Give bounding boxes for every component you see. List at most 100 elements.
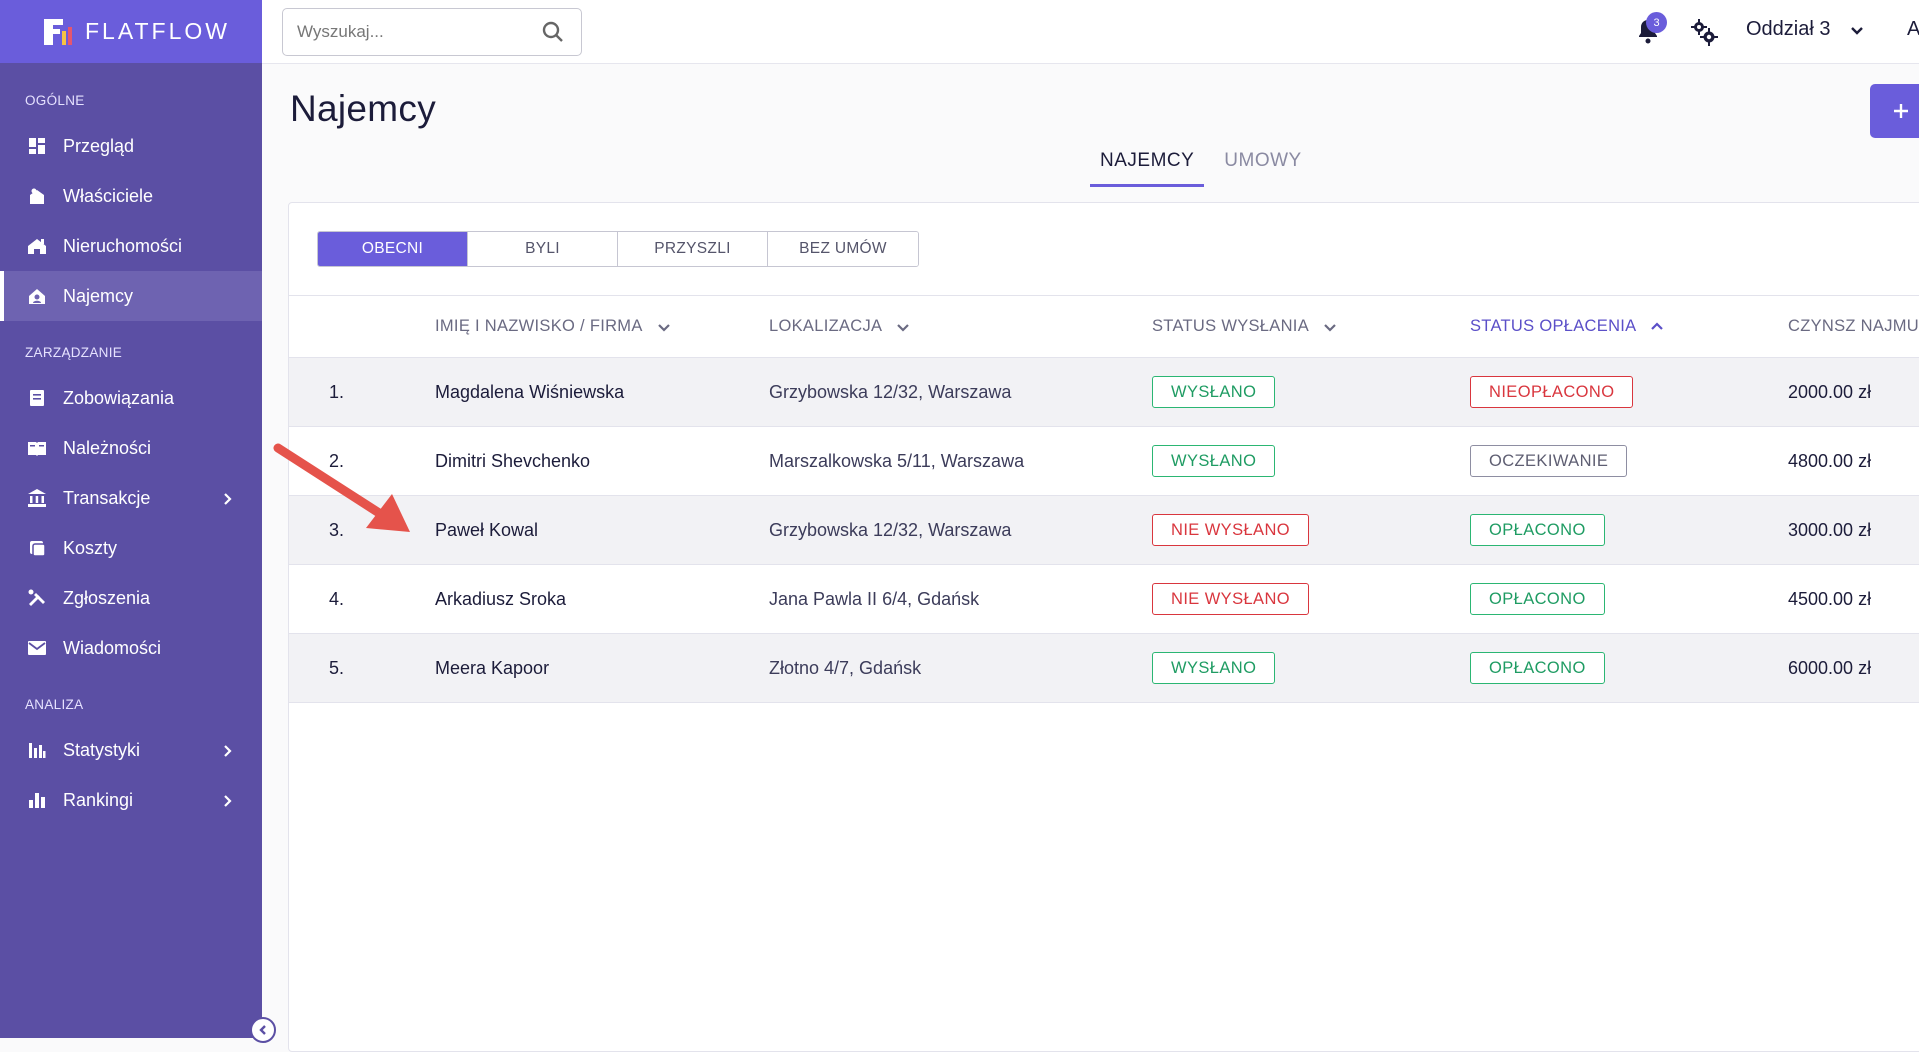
- column-header-label: LOKALIZACJA: [769, 317, 883, 335]
- sidebar-item-label: Zobowiązania: [63, 387, 175, 408]
- top-bar: 3 Oddział 3 A: [262, 0, 1919, 64]
- tenant-location: Grzybowska 12/32, Warszawa: [769, 382, 1012, 402]
- nav-section-analysis: ANALIZA: [25, 696, 84, 712]
- sidebar-item-label: Przegląd: [63, 135, 135, 156]
- tenant-name[interactable]: Arkadiusz Sroka: [435, 589, 566, 610]
- chevron-up-icon: [1636, 320, 1664, 334]
- chevron-right-icon: [220, 490, 234, 505]
- tabs: NAJEMCY UMOWY: [1090, 146, 1322, 187]
- filter-current[interactable]: OBECNI: [318, 232, 468, 266]
- page-title: Najemcy: [290, 88, 437, 129]
- sidebar-item-obligations[interactable]: Zobowiązania: [0, 373, 262, 423]
- search-input[interactable]: [283, 10, 541, 54]
- sidebar-item-tickets[interactable]: Zgłoszenia: [0, 573, 262, 623]
- mail-icon: [27, 638, 47, 658]
- sidebar-collapse-button[interactable]: [250, 1017, 276, 1043]
- sidebar-item-tenants[interactable]: Najemcy: [0, 271, 262, 321]
- logo-text: FLATFLOW: [85, 18, 230, 44]
- sidebar-item-label: Wiadomości: [63, 637, 162, 658]
- sidebar-item-properties[interactable]: Nieruchomości: [0, 221, 262, 271]
- tenant-location: Złotno 4/7, Gdańsk: [769, 658, 922, 678]
- sidebar-item-label: Właściciele: [63, 185, 154, 206]
- sidebar-item-label: Należności: [63, 437, 152, 458]
- tenant-name[interactable]: Dimitri Shevchenko: [435, 451, 590, 472]
- table-row[interactable]: 1. Magdalena Wiśniewska Grzybowska 12/32…: [289, 358, 1919, 427]
- branch-label: Oddział 3: [1746, 18, 1831, 40]
- add-tenant-button[interactable]: [1870, 84, 1919, 138]
- status-filter-group: OBECNI BYLI PRZYSZLI BEZ UMÓW: [317, 231, 919, 267]
- sidebar-item-label: Statystyki: [63, 739, 141, 760]
- column-header-location[interactable]: LOKALIZACJA: [769, 317, 910, 336]
- user-menu[interactable]: A: [1907, 18, 1919, 41]
- rent-amount: 4800.00 zł: [1788, 451, 1872, 471]
- row-number: 5.: [329, 658, 345, 678]
- sidebar-item-transactions[interactable]: Transakcje: [0, 473, 262, 523]
- sidebar-item-receivables[interactable]: Należności: [0, 423, 262, 473]
- payment-status-badge: OPŁACONO: [1470, 652, 1605, 684]
- tab-tenants[interactable]: NAJEMCY: [1090, 146, 1205, 187]
- logo-icon: [44, 18, 72, 45]
- chevron-down-icon: [1309, 320, 1337, 334]
- tenant-location: Jana Pawla II 6/4, Gdańsk: [769, 589, 980, 609]
- rent-amount: 2000.00 zł: [1788, 382, 1872, 402]
- column-header-payment-status[interactable]: STATUS OPŁACENIA: [1470, 317, 1664, 336]
- tools-icon: [27, 588, 47, 608]
- sidebar-item-costs[interactable]: Koszty: [0, 523, 262, 573]
- sidebar-item-label: Najemcy: [63, 285, 134, 306]
- tenants-panel: OBECNI BYLI PRZYSZLI BEZ UMÓW IMIĘ I NAZ…: [288, 202, 1919, 1052]
- annotation-arrow-icon: [273, 443, 410, 532]
- filter-no-contract[interactable]: BEZ UMÓW: [768, 232, 918, 266]
- column-header-send-status[interactable]: STATUS WYSŁANIA: [1152, 317, 1337, 336]
- filter-future[interactable]: PRZYSZLI: [618, 232, 768, 266]
- rent-amount: 3000.00 zł: [1788, 520, 1872, 540]
- nav-section-general: OGÓLNE: [25, 92, 85, 108]
- logo[interactable]: FLATFLOW: [0, 0, 262, 63]
- sidebar-item-owners[interactable]: Właściciele: [0, 171, 262, 221]
- tenant-location: Grzybowska 12/32, Warszawa: [769, 520, 1012, 540]
- send-status-badge: WYSŁANO: [1152, 445, 1276, 477]
- table-row[interactable]: 3. Paweł Kowal Grzybowska 12/32, Warszaw…: [289, 496, 1919, 565]
- table-header: IMIĘ I NAZWISKO / FIRMA LOKALIZACJA STAT…: [289, 295, 1919, 358]
- sidebar-item-messages[interactable]: Wiadomości: [0, 623, 262, 673]
- search-icon[interactable]: [541, 20, 565, 44]
- chevron-right-icon: [220, 792, 234, 807]
- column-header-label: STATUS OPŁACENIA: [1470, 317, 1637, 335]
- sidebar-item-statistics[interactable]: Statystyki: [0, 725, 262, 775]
- branch-selector[interactable]: Oddział 3: [1746, 18, 1865, 41]
- payment-status-badge: OPŁACONO: [1470, 514, 1605, 546]
- tenant-name[interactable]: Magdalena Wiśniewska: [435, 382, 624, 403]
- table-row[interactable]: 4. Arkadiusz Sroka Jana Pawla II 6/4, Gd…: [289, 565, 1919, 634]
- sidebar-item-label: Zgłoszenia: [63, 587, 151, 608]
- sidebar: FLATFLOW OGÓLNE Przegląd Właściciele Nie…: [0, 0, 262, 1038]
- tab-contracts[interactable]: UMOWY: [1214, 146, 1311, 187]
- tenants-icon: [27, 286, 47, 306]
- rent-amount: 4500.00 zł: [1788, 589, 1872, 609]
- table-row[interactable]: 2. Dimitri Shevchenko Marszalkowska 5/11…: [289, 427, 1919, 496]
- search-box: [282, 8, 582, 56]
- tenant-name[interactable]: Paweł Kowal: [435, 520, 538, 541]
- chevron-left-icon: [257, 1024, 269, 1036]
- column-header-name[interactable]: IMIĘ I NAZWISKO / FIRMA: [435, 317, 671, 336]
- table-row[interactable]: 5. Meera Kapoor Złotno 4/7, Gdańsk WYSŁA…: [289, 634, 1919, 703]
- row-number: 4.: [329, 589, 345, 609]
- sidebar-item-label: Nieruchomości: [63, 235, 183, 256]
- sidebar-item-rankings[interactable]: Rankingi: [0, 775, 262, 825]
- notification-badge: 3: [1646, 12, 1667, 33]
- send-status-badge: NIE WYSŁANO: [1152, 583, 1310, 615]
- chevron-down-icon: [1831, 22, 1865, 38]
- chevron-down-icon: [643, 320, 671, 334]
- filter-former[interactable]: BYLI: [468, 232, 618, 266]
- sidebar-item-label: Koszty: [63, 537, 118, 558]
- obligations-icon: [27, 388, 47, 408]
- send-status-badge: WYSŁANO: [1152, 652, 1276, 684]
- sidebar-item-overview[interactable]: Przegląd: [0, 121, 262, 171]
- dashboard-icon: [27, 136, 47, 156]
- settings-icon[interactable]: [1690, 18, 1718, 46]
- sidebar-item-label: Rankingi: [63, 789, 134, 810]
- nav-section-management: ZARZĄDZANIE: [25, 344, 123, 360]
- send-status-badge: NIE WYSŁANO: [1152, 514, 1310, 546]
- chevron-right-icon: [220, 742, 234, 757]
- tenant-name[interactable]: Meera Kapoor: [435, 658, 549, 679]
- column-header-label: CZYNSZ NAJMU: [1788, 317, 1919, 335]
- column-header-rent[interactable]: CZYNSZ NAJMU: [1788, 317, 1919, 336]
